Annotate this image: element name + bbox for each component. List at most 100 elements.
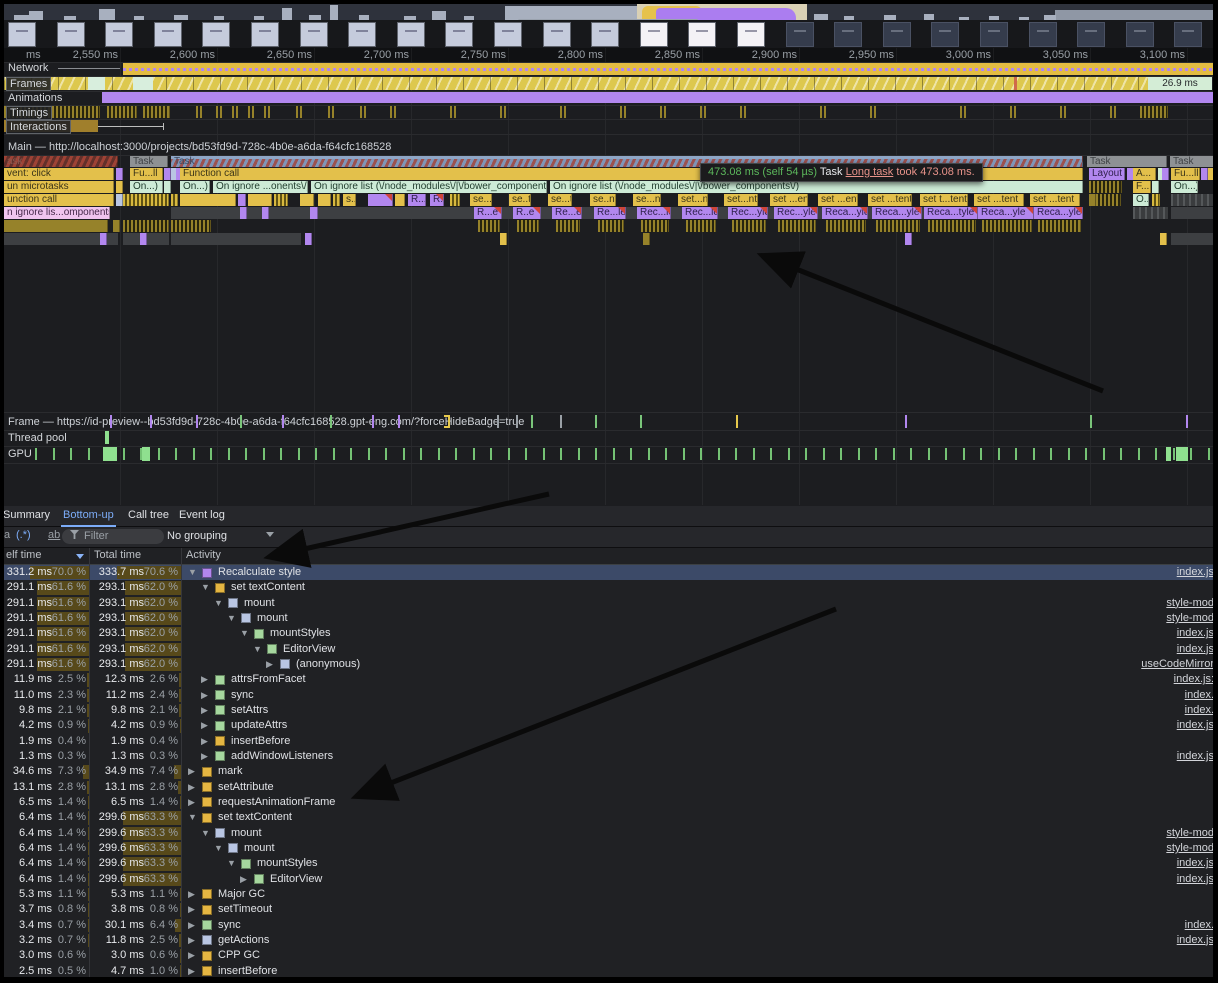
- filmstrip-thumbnail[interactable]: [1029, 22, 1057, 47]
- flame-event[interactable]: [1171, 207, 1213, 219]
- filmstrip-thumbnail[interactable]: [300, 22, 328, 47]
- flame-event-nignorelisomponents[interactable]: n ignore lis...omponents\/): [4, 207, 110, 219]
- collapse-arrow-icon[interactable]: ▼: [227, 613, 236, 623]
- flame-recalculate-style[interactable]: Reca...yle: [822, 207, 868, 219]
- table-row[interactable]: 3.2 ms0.7 %11.8 ms2.5 %▶getActionsindex.…: [4, 933, 1213, 948]
- flame-event-r[interactable]: R...: [430, 194, 444, 206]
- source-link[interactable]: useCodeMirror: [1141, 658, 1213, 670]
- animations-bar[interactable]: [102, 92, 1213, 103]
- source-link[interactable]: index.js: [1177, 750, 1213, 762]
- source-link[interactable]: index.js: [1177, 857, 1213, 869]
- flame-event-st[interactable]: s...t: [343, 194, 356, 206]
- flame-event-on[interactable]: On...): [180, 181, 210, 193]
- flame-event[interactable]: [333, 194, 340, 206]
- column-total-time[interactable]: Total time: [94, 549, 141, 561]
- flame-recalculate-style[interactable]: R...e: [474, 207, 502, 219]
- flame-event-layout[interactable]: Layout: [1089, 168, 1125, 180]
- flame-event[interactable]: [395, 194, 405, 206]
- source-link[interactable]: index.js: [1177, 934, 1213, 946]
- expand-arrow-icon[interactable]: ▶: [240, 874, 247, 885]
- expand-arrow-icon[interactable]: ▶: [188, 889, 195, 900]
- filmstrip-thumbnail[interactable]: [688, 22, 716, 47]
- collapse-arrow-icon[interactable]: ▼: [214, 843, 223, 853]
- filmstrip-thumbnail[interactable]: [737, 22, 765, 47]
- flame-recalculate-style[interactable]: Reca...yle: [872, 207, 922, 219]
- main-thread-title[interactable]: Main — http://localhost:3000/projects/bd…: [8, 141, 391, 153]
- flame-recalculate-style[interactable]: Rec...yle: [728, 207, 768, 219]
- source-link[interactable]: index.: [1185, 919, 1213, 931]
- tab-event-log[interactable]: Event log: [177, 506, 227, 525]
- collapse-arrow-icon[interactable]: ▼: [188, 567, 197, 577]
- filmstrip-thumbnail[interactable]: [1126, 22, 1154, 47]
- flame-event[interactable]: [140, 233, 147, 245]
- flame-event[interactable]: [123, 220, 169, 232]
- source-link[interactable]: index.js:: [1174, 673, 1213, 685]
- flame-set-textcontent[interactable]: se..nt: [590, 194, 616, 206]
- flame-recalculate-style[interactable]: Rec...le: [682, 207, 718, 219]
- filmstrip-thumbnail[interactable]: [105, 22, 133, 47]
- frame-good-1[interactable]: [88, 77, 105, 90]
- table-row[interactable]: 6.4 ms1.4 %299.6 ms63.3 %▼set textConten…: [4, 810, 1213, 825]
- flame-event[interactable]: [116, 181, 123, 193]
- table-row[interactable]: 6.4 ms1.4 %299.6 ms63.3 %▼mountstyle-mod: [4, 841, 1213, 856]
- expand-arrow-icon[interactable]: ▶: [188, 797, 195, 808]
- flame-set-textcontent[interactable]: set ...tent: [1030, 194, 1080, 206]
- tab-bottom-up[interactable]: Bottom-up: [61, 506, 116, 527]
- expand-arrow-icon[interactable]: ▶: [188, 966, 195, 977]
- flame-recalculate-style[interactable]: R..e: [513, 207, 541, 219]
- flame-event-task[interactable]: Task: [1087, 156, 1167, 167]
- flame-event-a[interactable]: A...: [1133, 168, 1156, 180]
- table-row[interactable]: 291.1 ms61.6 %293.1 ms62.0 %▼EditorViewi…: [4, 642, 1213, 657]
- flame-event[interactable]: [238, 194, 246, 206]
- flame-recalculate-style[interactable]: Reca...yle: [978, 207, 1034, 219]
- source-link[interactable]: style-mod: [1166, 842, 1213, 854]
- flame-event-fl[interactable]: F...l: [1133, 181, 1151, 193]
- filmstrip-thumbnail[interactable]: [591, 22, 619, 47]
- flame-recalculate-style[interactable]: Re...e: [552, 207, 582, 219]
- flame-event[interactable]: [1171, 194, 1213, 206]
- flame-event[interactable]: [1133, 207, 1168, 219]
- flame-event[interactable]: [1208, 168, 1213, 180]
- flame-event[interactable]: [1162, 168, 1169, 180]
- flame-event[interactable]: [450, 194, 460, 206]
- filmstrip-thumbnail[interactable]: [154, 22, 182, 47]
- flame-event[interactable]: [171, 194, 178, 206]
- filmstrip-thumbnail[interactable]: [202, 22, 230, 47]
- table-row[interactable]: 291.1 ms61.6 %293.1 ms62.0 %▶(anonymous)…: [4, 657, 1213, 672]
- expand-arrow-icon[interactable]: ▶: [188, 920, 195, 931]
- flame-event-ask[interactable]: ask: [4, 156, 118, 167]
- collapse-arrow-icon[interactable]: ▼: [188, 812, 197, 822]
- flame-event[interactable]: [274, 194, 288, 206]
- flame-event[interactable]: [171, 220, 211, 232]
- frame-duration-block[interactable]: 26.9 ms: [1148, 77, 1212, 90]
- flame-event[interactable]: [1152, 194, 1160, 206]
- filmstrip-thumbnail[interactable]: [931, 22, 959, 47]
- flame-event[interactable]: [1089, 181, 1122, 193]
- filter-input[interactable]: Filter: [62, 529, 164, 544]
- flame-set-textcontent[interactable]: set ...tent: [868, 194, 912, 206]
- table-row[interactable]: 11.0 ms2.3 %11.2 ms2.4 %▶syncindex.: [4, 688, 1213, 703]
- flame-recalculate-style[interactable]: Re...le: [594, 207, 626, 219]
- thread-pool-activity[interactable]: [105, 431, 109, 444]
- table-row[interactable]: 5.3 ms1.1 %5.3 ms1.1 %▶Major GC: [4, 887, 1213, 902]
- flame-event[interactable]: [1171, 233, 1213, 245]
- flame-event-full[interactable]: Fu...ll: [130, 168, 163, 180]
- grouping-select[interactable]: No grouping: [167, 530, 227, 542]
- table-row[interactable]: 9.8 ms2.1 %9.8 ms2.1 %▶setAttrsindex.: [4, 703, 1213, 718]
- table-row[interactable]: 1.9 ms0.4 %1.9 ms0.4 %▶insertBefore: [4, 734, 1213, 749]
- expand-arrow-icon[interactable]: ▶: [188, 935, 195, 946]
- flame-event[interactable]: [100, 233, 107, 245]
- flame-event-onignorelistnodemodulesbowercomponents[interactable]: On ignore list (\/node_modules\/|\/bower…: [550, 181, 1083, 193]
- flame-set-textcontent[interactable]: set ...tent: [974, 194, 1024, 206]
- collapse-arrow-icon[interactable]: ▼: [227, 858, 236, 868]
- source-link[interactable]: index.: [1185, 704, 1213, 716]
- flame-event[interactable]: [643, 233, 650, 245]
- expand-arrow-icon[interactable]: ▶: [188, 904, 195, 915]
- flame-event-r[interactable]: R...: [408, 194, 426, 206]
- flame-event[interactable]: [180, 194, 236, 206]
- grouping-caret-icon[interactable]: [266, 532, 274, 537]
- filmstrip-thumbnail[interactable]: [1174, 22, 1202, 47]
- table-row[interactable]: 6.4 ms1.4 %299.6 ms63.3 %▶EditorViewinde…: [4, 872, 1213, 887]
- collapse-arrow-icon[interactable]: ▼: [201, 828, 210, 838]
- flame-event[interactable]: [116, 194, 123, 206]
